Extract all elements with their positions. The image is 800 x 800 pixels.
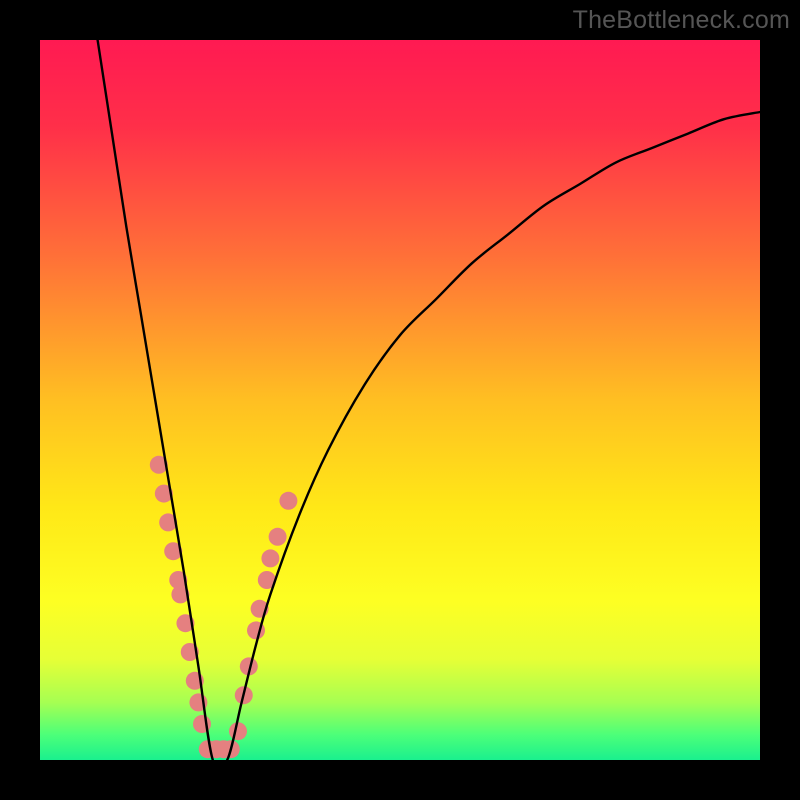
chart-frame: TheBottleneck.com — [0, 0, 800, 800]
marker-dot — [261, 549, 279, 567]
marker-dot — [269, 528, 287, 546]
chart-svg — [40, 40, 760, 760]
bottleneck-curve — [98, 40, 760, 770]
marker-dot — [229, 722, 247, 740]
watermark-text: TheBottleneck.com — [573, 6, 790, 35]
plot-area — [40, 40, 760, 760]
marker-dot — [279, 492, 297, 510]
